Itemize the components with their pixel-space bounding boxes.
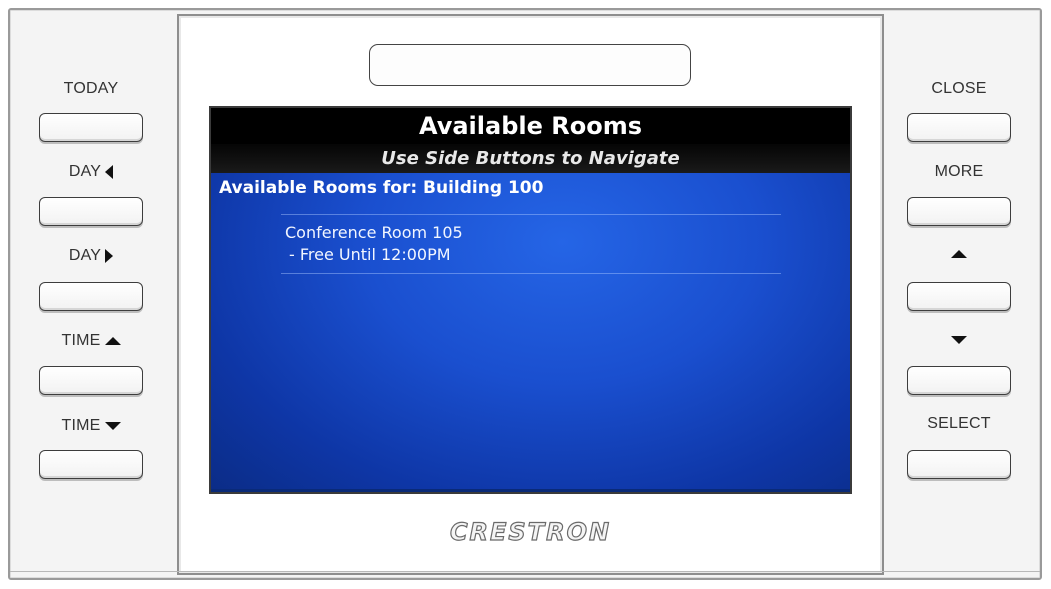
triangle-down-icon [951,336,967,344]
more-label: MORE [934,163,984,180]
touch-panel-device: TODAY DAY DAY TIME TIME Available Rooms … [8,8,1042,580]
scroll-down-label [878,336,1040,344]
center-bezel: Available Rooms Use Side Buttons to Navi… [177,14,884,575]
right-button-panel: CLOSE MORE SELECT [878,10,1040,578]
room-status: - Free Until 12:00PM [289,245,451,264]
room-name: Conference Room 105 [285,223,463,242]
triangle-left-icon [105,165,114,179]
triangle-down-icon [104,422,121,430]
ir-sensor-window [369,44,691,86]
today-button[interactable] [39,113,143,142]
today-label: TODAY [63,80,119,97]
close-label: CLOSE [931,80,987,97]
screen-bottom-edge [211,489,850,492]
brand-logo: CRESTRON [449,517,612,546]
time-up-label: TIME [10,332,172,350]
screen-subtitle: Use Side Buttons to Navigate [211,144,850,173]
left-button-panel: TODAY DAY DAY TIME TIME [10,10,172,578]
time-down-button[interactable] [39,450,143,479]
day-forward-label: DAY [10,247,172,265]
select-label: SELECT [927,415,991,432]
more-button[interactable] [907,197,1011,226]
time-down-label: TIME [10,417,172,435]
list-item[interactable]: Conference Room 105 - Free Until 12:00PM [285,222,765,266]
scroll-up-button[interactable] [907,282,1011,311]
day-back-label: DAY [10,163,172,181]
time-up-button[interactable] [39,366,143,395]
list-divider-bottom [281,273,781,274]
day-forward-button[interactable] [39,282,143,311]
day-back-button[interactable] [39,197,143,226]
list-divider-top [281,214,781,215]
select-button[interactable] [907,450,1011,479]
scroll-down-button[interactable] [907,366,1011,395]
lcd-screen: Available Rooms Use Side Buttons to Navi… [209,106,852,494]
triangle-right-icon [105,249,114,263]
screen-title: Available Rooms [211,108,850,144]
triangle-up-icon [951,250,967,258]
scroll-up-label [878,250,1040,258]
triangle-up-icon [104,337,121,345]
close-button[interactable] [907,113,1011,142]
building-header: Available Rooms for: Building 100 [219,178,544,198]
